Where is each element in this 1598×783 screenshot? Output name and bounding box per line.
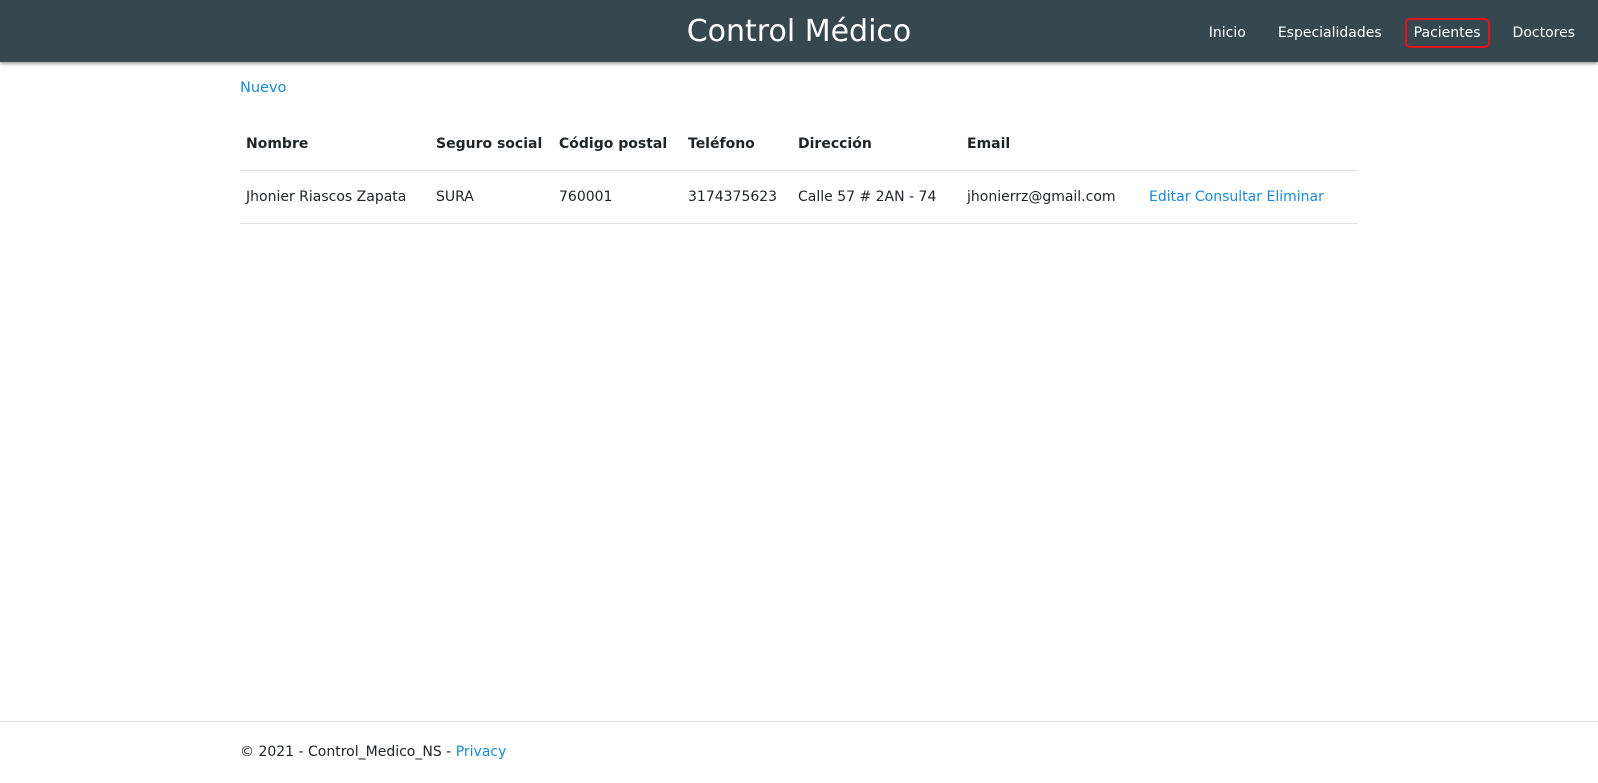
table-body: Jhonier Riascos Zapata SURA 760001 31743…: [240, 170, 1358, 224]
table-row: Jhonier Riascos Zapata SURA 760001 31743…: [240, 170, 1358, 224]
col-codigo-postal: Código postal: [553, 118, 682, 171]
edit-link[interactable]: Editar: [1149, 189, 1190, 205]
copyright-text: © 2021 - Control_Medico_NS -: [240, 744, 456, 760]
delete-link[interactable]: Eliminar: [1266, 189, 1323, 205]
nav-especialidades[interactable]: Especialidades: [1269, 18, 1391, 48]
cell-telefono: 3174375623: [682, 170, 792, 224]
patients-table: Nombre Seguro social Código postal Teléf…: [240, 118, 1358, 224]
main-nav: Inicio Especialidades Pacientes Doctores: [1186, 18, 1584, 48]
col-email: Email: [961, 118, 1143, 171]
nav-pacientes[interactable]: Pacientes: [1404, 18, 1490, 48]
footer-text: © 2021 - Control_Medico_NS - Privacy: [240, 744, 506, 760]
cell-nombre: Jhonier Riascos Zapata: [240, 170, 430, 224]
col-actions: [1143, 118, 1358, 171]
col-telefono: Teléfono: [682, 118, 792, 171]
cell-seguro: SURA: [430, 170, 553, 224]
table-head: Nombre Seguro social Código postal Teléf…: [240, 118, 1358, 171]
col-direccion: Dirección: [792, 118, 961, 171]
nav-inicio[interactable]: Inicio: [1200, 18, 1255, 48]
col-seguro-social: Seguro social: [430, 118, 553, 171]
new-patient-link[interactable]: Nuevo: [240, 80, 286, 96]
cell-postal: 760001: [553, 170, 682, 224]
cell-email: jhonierrz@gmail.com: [961, 170, 1143, 224]
view-link[interactable]: Consultar: [1195, 189, 1262, 205]
table-header-row: Nombre Seguro social Código postal Teléf…: [240, 118, 1358, 171]
top-navbar: Control Médico Inicio Especialidades Pac…: [0, 0, 1598, 62]
nav-doctores[interactable]: Doctores: [1504, 18, 1584, 48]
cell-actions: Editar Consultar Eliminar: [1143, 170, 1358, 224]
col-nombre: Nombre: [240, 118, 430, 171]
main-content: Nuevo Nombre Seguro social Código postal…: [240, 62, 1358, 224]
cell-direccion: Calle 57 # 2AN - 74: [792, 170, 961, 224]
page-footer: © 2021 - Control_Medico_NS - Privacy: [0, 721, 1598, 783]
privacy-link[interactable]: Privacy: [456, 744, 507, 760]
brand-title[interactable]: Control Médico: [687, 14, 912, 49]
